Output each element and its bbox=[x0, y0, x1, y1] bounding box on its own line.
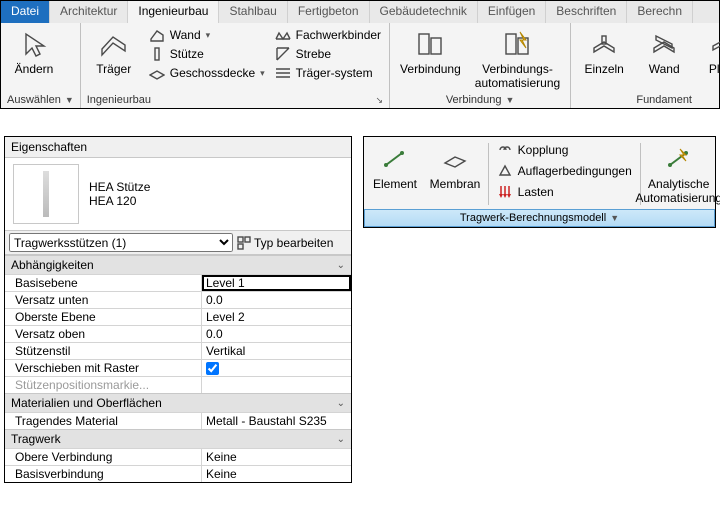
panel2-title[interactable]: Tragwerk-Berechnungsmodell▼ bbox=[364, 209, 715, 227]
tab-gebaeudetechnik[interactable]: Gebäudetechnik bbox=[370, 1, 478, 23]
traegersystem-button[interactable]: Träger-system bbox=[273, 64, 383, 82]
properties-title: Eigenschaften bbox=[5, 137, 351, 158]
properties-panel: Eigenschaften HEA Stütze HEA 120 Tragwer… bbox=[4, 136, 352, 483]
tab-file[interactable]: Datei bbox=[1, 1, 50, 23]
group-auswaehlen: Auswählen bbox=[7, 94, 61, 106]
value-oberste-ebene[interactable]: Level 2 bbox=[201, 309, 351, 325]
group-fundament: Fundament bbox=[636, 94, 692, 106]
group-materialien[interactable]: Materialien und Oberflächen⌄ bbox=[5, 393, 351, 412]
element-button[interactable]: Element bbox=[368, 141, 422, 207]
auflager-button[interactable]: Auflagerbedingungen bbox=[495, 162, 634, 180]
group-ingenieurbau: Ingenieurbau bbox=[87, 94, 151, 106]
label-verschieben-raster: Verschieben mit Raster bbox=[5, 360, 201, 376]
type-name: HEA 120 bbox=[89, 194, 150, 208]
kopplung-button[interactable]: Kopplung bbox=[495, 141, 634, 159]
fundament-wand-button[interactable]: Wand bbox=[637, 26, 691, 78]
tab-berechnen[interactable]: Berechn bbox=[627, 1, 693, 23]
ribbon-tabs: Datei Architektur Ingenieurbau Stahlbau … bbox=[1, 1, 719, 23]
analytische-auto-button[interactable]: Analytische Automatisierung bbox=[646, 141, 711, 207]
group-verbindung: Verbindung bbox=[446, 94, 502, 106]
dropdown-icon[interactable]: ▼ bbox=[65, 95, 74, 105]
label-basisebene: Basisebene bbox=[5, 275, 201, 291]
edit-type-button[interactable]: Typ bearbeiten bbox=[237, 236, 333, 250]
label-stuetzenstil: Stützenstil bbox=[5, 343, 201, 359]
tab-beschriften[interactable]: Beschriften bbox=[546, 1, 627, 23]
strebe-button[interactable]: Strebe bbox=[273, 45, 383, 63]
fachwerkbinder-button[interactable]: Fachwerkbinder bbox=[273, 26, 383, 44]
family-name: HEA Stütze bbox=[89, 180, 150, 194]
label-oberste-ebene: Oberste Ebene bbox=[5, 309, 201, 325]
value-versatz-unten[interactable]: 0.0 bbox=[201, 292, 351, 308]
label-versatz-unten: Versatz unten bbox=[5, 292, 201, 308]
tab-einfuegen[interactable]: Einfügen bbox=[478, 1, 546, 23]
label-obere-verbindung: Obere Verbindung bbox=[5, 449, 201, 465]
fundament-einzeln-button[interactable]: Einzeln bbox=[577, 26, 631, 78]
dropdown-icon[interactable]: ▼ bbox=[505, 95, 514, 105]
label-material: Tragendes Material bbox=[5, 413, 201, 429]
wand-button[interactable]: Wand▾ bbox=[147, 26, 267, 44]
tab-stahlbau[interactable]: Stahlbau bbox=[219, 1, 287, 23]
geschossdecke-button[interactable]: Geschossdecke▾ bbox=[147, 64, 267, 82]
value-obere-verbindung[interactable]: Keine bbox=[201, 449, 351, 465]
stuetze-button[interactable]: Stütze bbox=[147, 45, 267, 63]
checkbox-verschieben-raster[interactable] bbox=[206, 362, 219, 375]
dialog-launcher-icon[interactable]: ↘ bbox=[376, 95, 384, 106]
modify-button[interactable]: Ändern bbox=[7, 26, 61, 78]
instance-filter-select[interactable]: Tragwerksstützen (1) bbox=[9, 233, 233, 252]
label-basisverbindung: Basisverbindung bbox=[5, 466, 201, 482]
verbindung-auto-button[interactable]: Verbindungs- automatisierung bbox=[471, 26, 564, 92]
tab-architektur[interactable]: Architektur bbox=[50, 1, 128, 23]
group-abhaengigkeiten[interactable]: Abhängigkeiten⌄ bbox=[5, 255, 351, 274]
value-basisebene[interactable]: Level 1 bbox=[201, 275, 351, 291]
label-stuetzenposition: Stützenpositionsmarkie... bbox=[5, 377, 201, 393]
membran-button[interactable]: Membran bbox=[428, 141, 482, 207]
fundament-platte-button[interactable]: Platte bbox=[697, 26, 720, 78]
group-tragwerk[interactable]: Tragwerk⌄ bbox=[5, 429, 351, 448]
lasten-button[interactable]: Lasten bbox=[495, 183, 634, 201]
label-versatz-oben: Versatz oben bbox=[5, 326, 201, 342]
type-preview bbox=[13, 164, 79, 224]
value-basisverbindung[interactable]: Keine bbox=[201, 466, 351, 482]
tab-fertigbeton[interactable]: Fertigbeton bbox=[288, 1, 370, 23]
analytical-model-panel: Element Membran Kopplung Auflagerbedingu… bbox=[363, 136, 716, 228]
traeger-button[interactable]: Träger bbox=[87, 26, 141, 78]
value-stuetzenstil[interactable]: Vertikal bbox=[201, 343, 351, 359]
tab-ingenieurbau[interactable]: Ingenieurbau bbox=[128, 1, 219, 23]
value-material[interactable]: Metall - Baustahl S235 bbox=[201, 413, 351, 429]
verbindung-button[interactable]: Verbindung bbox=[396, 26, 465, 78]
value-versatz-oben[interactable]: 0.0 bbox=[201, 326, 351, 342]
